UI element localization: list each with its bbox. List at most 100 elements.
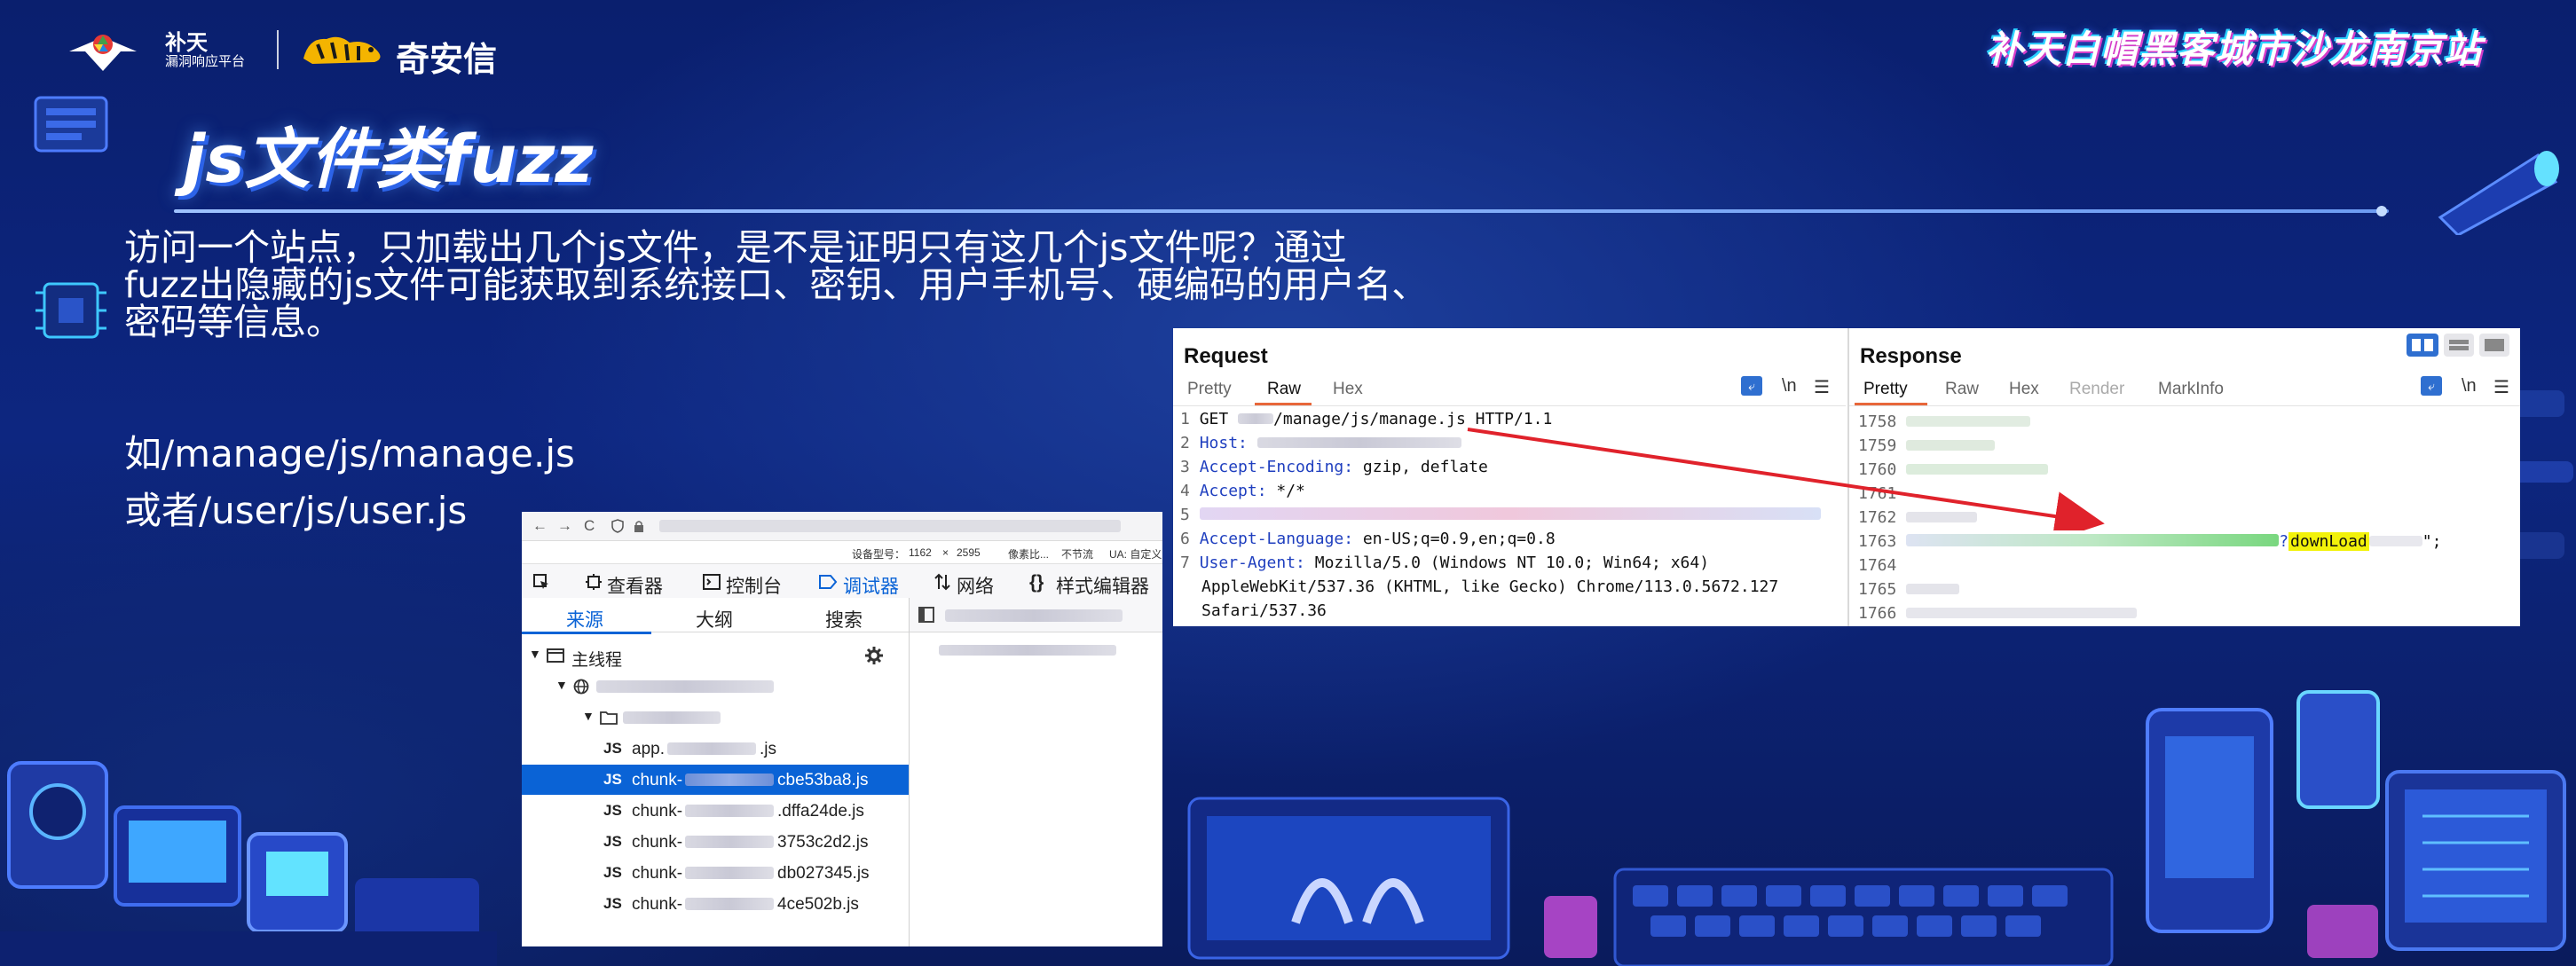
device-height[interactable]: 2595 [957,546,981,559]
redacted-code [2368,536,2422,546]
request-tab-raw[interactable]: Raw [1267,380,1301,399]
browser-devtools-screenshot: ← → C 设备型号： 1162 × 2595 像素比... 不节流 UA: 自… [522,512,1162,946]
toggle-sidebar-icon[interactable] [918,607,934,623]
caret-down-icon: ▼ [529,647,541,661]
qax-logo-text: 奇安信 [396,40,498,79]
device-width[interactable]: 1162 [909,546,932,559]
example-path-2: 或者/user/js/user.js [124,489,468,532]
line-number: 1763 [1858,532,1897,551]
network-icon [934,573,950,591]
back-icon[interactable]: ← [532,517,547,535]
tab-debugger[interactable]: 调试器 [843,572,899,599]
example-path-1: 如/manage/js/manage.js [124,432,575,475]
subtab-outline[interactable]: 大纲 [696,606,733,632]
open-file-tab[interactable] [945,609,1123,622]
shield-icon [611,519,624,533]
element-picker-icon[interactable] [532,573,550,591]
header-value: */* [1266,482,1305,500]
header-value: AppleWebKit/537.36 (KHTML, like Gecko) C… [1201,577,1779,596]
layout-toggle-icon[interactable] [2407,332,2511,358]
description-line-1: 访问一个站点，只加载出几个js文件，是不是证明只有这几个js文件呢？通过 [124,226,1347,269]
js-file-icon: JS [603,802,622,819]
active-subtab-indicator [522,632,651,634]
newline-toggle[interactable]: \n [1782,376,1797,397]
tree-file[interactable]: JS chunk- db027345.js [522,858,909,888]
line-number: 7 [1180,554,1190,572]
request-tab-hex[interactable]: Hex [1333,380,1363,399]
newline-toggle[interactable]: \n [2462,376,2477,397]
js-file-icon: JS [603,895,622,912]
tree-file-app[interactable]: JS app. .js [522,734,909,764]
header-value: Mozilla/5.0 (Windows NT 10.0; Win64; x64… [1304,554,1710,572]
folder-icon [600,711,618,725]
menu-icon[interactable]: ☰ [1814,376,1830,398]
tab-style-editor[interactable]: 样式编辑器 [1056,572,1149,599]
throttle-select[interactable]: 不节流 [1061,546,1093,562]
query-prefix: ? [2279,532,2289,551]
pane-splitter[interactable] [909,598,910,946]
event-title: 补天白帽黑客城市沙龙南京站 [1986,27,2483,71]
gear-icon[interactable] [864,646,884,665]
file-hash-redacted [685,774,774,786]
tree-file-selected[interactable]: JS chunk- cbe53ba8.js [522,765,909,795]
response-tab-render[interactable]: Render [2069,380,2124,399]
header-value: Safari/537.36 [1201,601,1327,620]
pixel-ratio-select[interactable]: 像素比... [1008,546,1049,562]
response-tab-pretty[interactable]: Pretty [1863,380,1908,399]
logo-divider [277,30,279,69]
lock-icon [634,521,643,532]
style-editor-icon: {} [1029,572,1044,593]
file-prefix: app. [632,740,665,758]
header-key: User-Agent: [1199,554,1305,572]
tab-console[interactable]: 控制台 [726,572,782,599]
response-tab-markinfo[interactable]: MarkInfo [2158,380,2224,399]
response-tab-hex[interactable]: Hex [2009,380,2039,399]
main-thread-label: 主线程 [571,651,623,670]
wrap-lines-icon[interactable]: ⤶ [1741,376,1762,396]
tree-folder[interactable]: ▼ [522,703,909,733]
file-prefix: chunk- [632,864,683,883]
response-line-1764: 1764 [1858,556,1896,575]
js-file-icon: JS [603,833,622,850]
host-value-redacted [1256,437,1461,448]
forward-icon[interactable]: → [557,517,572,535]
tab-inspector[interactable]: 查看器 [607,572,663,599]
devtools-tabbar: 查看器 控制台 调试器 网络 {} 样式编辑器 [522,563,1162,599]
tab-network[interactable]: 网络 [957,572,994,599]
file-hash-redacted [685,898,774,910]
response-line-1763: 1763 ? downLoad "; [1858,532,2441,551]
header-key: Accept-Language: [1199,530,1354,548]
menu-icon[interactable]: ☰ [2493,376,2509,398]
js-file-icon: JS [603,771,622,788]
subtab-sources[interactable]: 来源 [566,606,603,632]
caret-down-icon: ▼ [555,678,568,692]
url-field[interactable] [659,520,1121,532]
file-suffix: 4ce502b.js [777,895,859,914]
reload-icon[interactable]: C [584,517,595,535]
title-divider [174,209,2389,213]
domain-redacted [596,680,774,693]
line-number: 5 [1180,506,1190,524]
tree-file[interactable]: JS chunk- 3753c2d2.js [522,827,909,857]
response-line-1765: 1765 [1858,580,1960,599]
line-number: 6 [1180,530,1190,548]
wrap-lines-icon[interactable]: ⤶ [2421,376,2442,396]
request-tab-pretty[interactable]: Pretty [1187,380,1232,399]
line-number: 2 [1180,434,1190,452]
file-hash-redacted [685,867,774,879]
device-model-label[interactable]: 设备型号： [852,546,905,562]
bottom-left-illustration [0,761,497,966]
response-tab-raw[interactable]: Raw [1945,380,1979,399]
request-method: GET [1199,410,1239,428]
subtab-search[interactable]: 搜索 [825,606,863,632]
tree-main-thread[interactable]: ▼ 主线程 [522,640,909,671]
tree-file[interactable]: JS chunk- .dffa24de.js [522,796,909,826]
header-value: en-US;q=0.9,en;q=0.8 [1353,530,1556,548]
bottom-right-illustration [2146,690,2566,958]
tree-file[interactable]: JS chunk- 4ce502b.js [522,889,909,919]
file-suffix: .dffa24de.js [777,802,864,821]
user-agent-field[interactable]: UA: 自定义 [1109,546,1162,562]
highlight-download: downLoad [2288,532,2369,551]
tree-domain[interactable]: ▼ [522,671,909,702]
redacted-code [1906,608,2138,618]
